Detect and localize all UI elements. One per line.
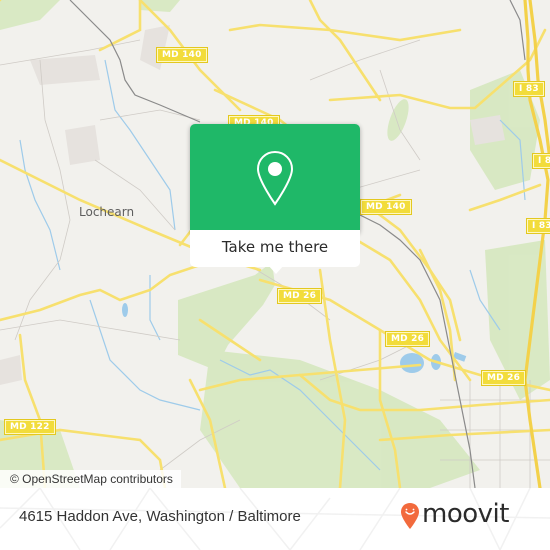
map-view[interactable]: MD 140 MD 140 MD 140 MD 26 MD 26 MD 26 M… bbox=[0, 0, 550, 488]
road-shield-i83: I 83 bbox=[526, 218, 550, 234]
destination-popup: Take me there bbox=[190, 124, 360, 274]
road-shield-md140: MD 140 bbox=[156, 47, 208, 63]
address-text: 4615 Haddon Ave, Washington / Baltimore bbox=[19, 508, 301, 525]
road-shield-md26: MD 26 bbox=[276, 288, 323, 304]
road-shield-i83: I 83 bbox=[532, 153, 550, 169]
moovit-wordmark: moovit bbox=[422, 499, 509, 529]
moovit-pin-logo-icon bbox=[401, 503, 419, 529]
map-pin-icon bbox=[256, 150, 294, 206]
road-shield-md140: MD 140 bbox=[360, 199, 412, 215]
road-shield-md26: MD 26 bbox=[384, 331, 431, 347]
map-attribution[interactable]: © OpenStreetMap contributors bbox=[0, 470, 181, 488]
road-shield-md26: MD 26 bbox=[480, 370, 527, 386]
road-shield-md122: MD 122 bbox=[4, 419, 56, 435]
footer-bar: 4615 Haddon Ave, Washington / Baltimore … bbox=[0, 488, 550, 550]
take-me-there-label[interactable]: Take me there bbox=[190, 238, 360, 256]
road-shield-i83: I 83 bbox=[513, 81, 545, 97]
place-label-lochearn: Lochearn bbox=[79, 205, 135, 219]
popup-pointer bbox=[268, 265, 284, 274]
